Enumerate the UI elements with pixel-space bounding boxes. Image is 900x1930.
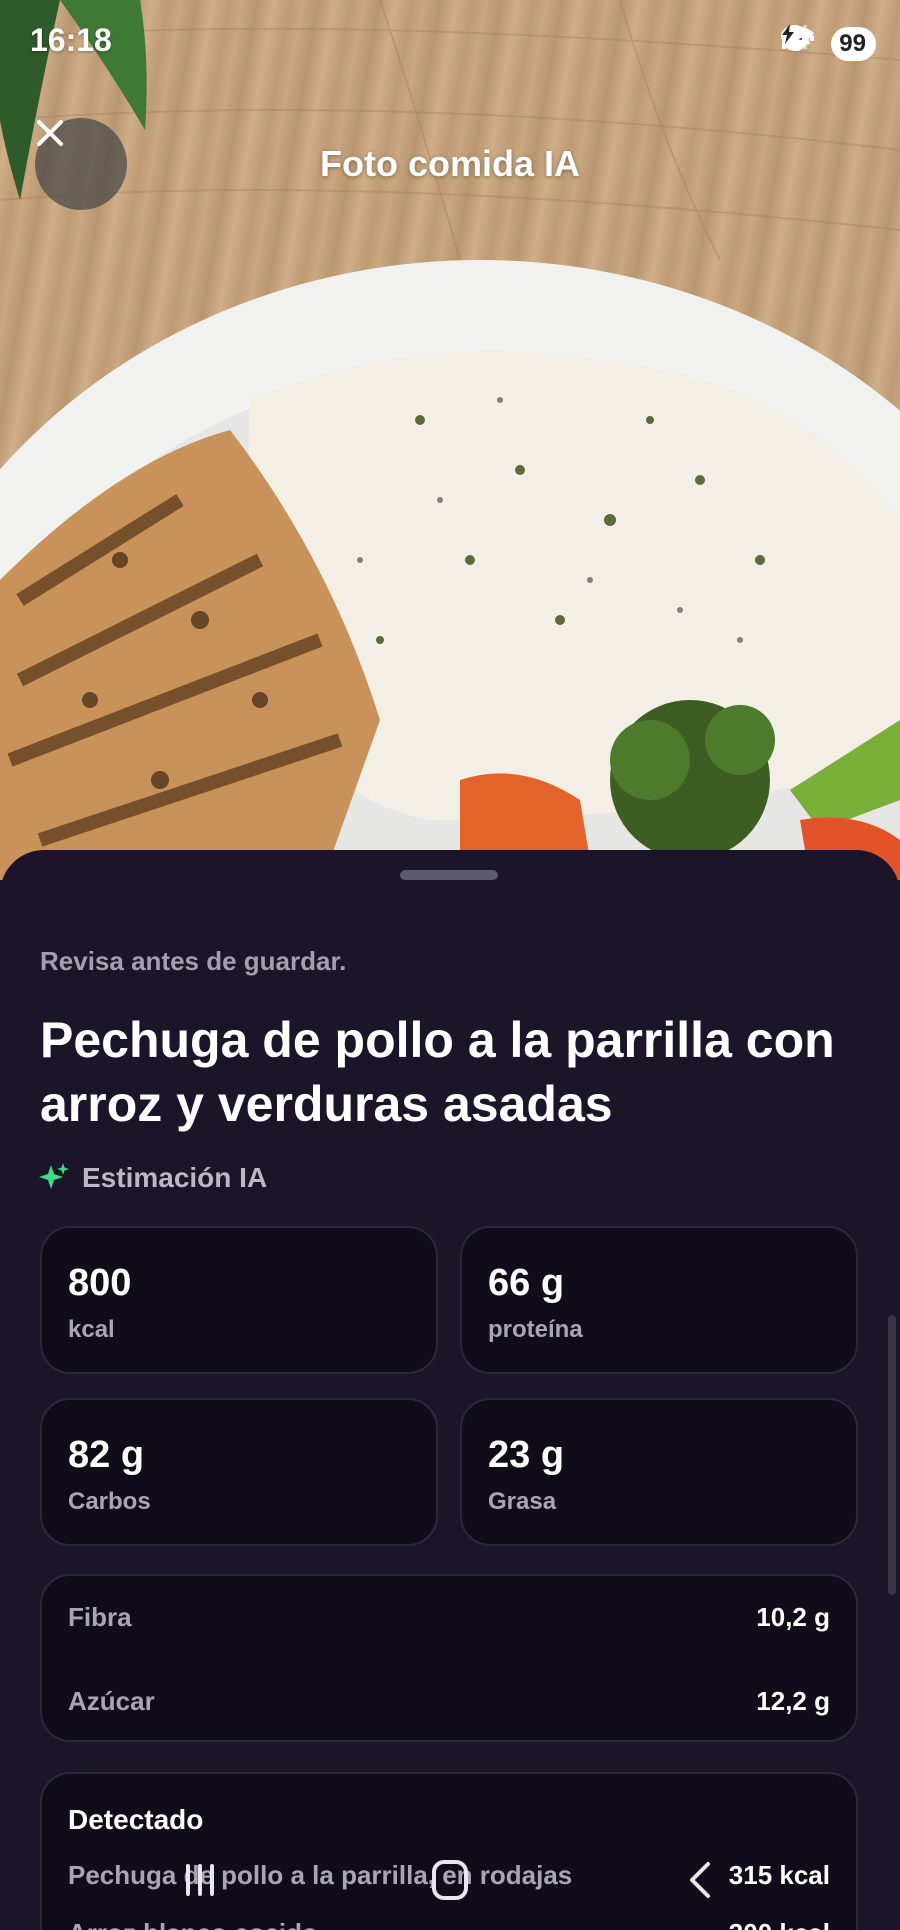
battery-indicator: 99 — [782, 24, 876, 61]
extras-row-sugar[interactable]: Azúcar 12,2 g — [68, 1686, 830, 1717]
ai-estimate-label: Estimación IA — [38, 1162, 267, 1194]
sparkle-icon — [39, 1163, 69, 1189]
system-nav-bar — [0, 1842, 900, 1930]
macro-value: 23 g — [488, 1434, 565, 1476]
extras-label: Fibra — [68, 1602, 132, 1632]
home-button[interactable] — [432, 1860, 468, 1900]
back-icon[interactable] — [686, 1860, 712, 1900]
macro-value: 800 — [68, 1262, 132, 1304]
meal-title: Pechuga de pollo a la parrilla con arroz… — [40, 1012, 835, 1132]
charging-icon — [782, 24, 795, 44]
macro-unit: kcal — [68, 1316, 115, 1343]
battery-level: 99 — [839, 30, 866, 57]
extras-value: 12,2 g — [756, 1686, 830, 1716]
review-hint: Revisa antes de guardar. — [40, 946, 347, 976]
macro-value: 82 g — [68, 1434, 145, 1476]
extras-label: Azúcar — [68, 1686, 155, 1716]
macro-card-protein[interactable]: 66 g proteína — [460, 1226, 858, 1374]
macro-card-calories[interactable]: 800 kcal — [40, 1226, 438, 1374]
status-bar: 16:18 99 — [0, 0, 900, 90]
food-photo: 16:18 99 Foto comida IA — [0, 0, 900, 880]
recent-apps-icon[interactable] — [182, 1862, 218, 1898]
macro-card-fat[interactable]: 23 g Grasa — [460, 1398, 858, 1546]
detected-title: Detectado — [68, 1804, 204, 1835]
macro-unit: proteína — [488, 1316, 583, 1343]
macro-unit: Carbos — [68, 1488, 151, 1515]
scrollbar[interactable] — [888, 1315, 896, 1595]
sheet-drag-handle[interactable] — [400, 870, 498, 880]
extras-row-fiber[interactable]: Fibra 10,2 g — [68, 1602, 830, 1633]
review-sheet: Revisa antes de guardar. Pechuga de poll… — [0, 850, 900, 1930]
extras-value: 10,2 g — [756, 1602, 830, 1632]
macro-card-carbs[interactable]: 82 g Carbos — [40, 1398, 438, 1546]
macro-unit: Grasa — [488, 1488, 557, 1515]
status-icons: 99 — [781, 24, 876, 64]
status-time: 16:18 — [30, 22, 112, 58]
screen-title: Foto comida IA — [320, 143, 580, 184]
macro-value: 66 g — [488, 1262, 565, 1304]
extras-panel: Fibra 10,2 g Azúcar 12,2 g — [40, 1574, 858, 1742]
estimate-text: Estimación IA — [82, 1162, 268, 1193]
